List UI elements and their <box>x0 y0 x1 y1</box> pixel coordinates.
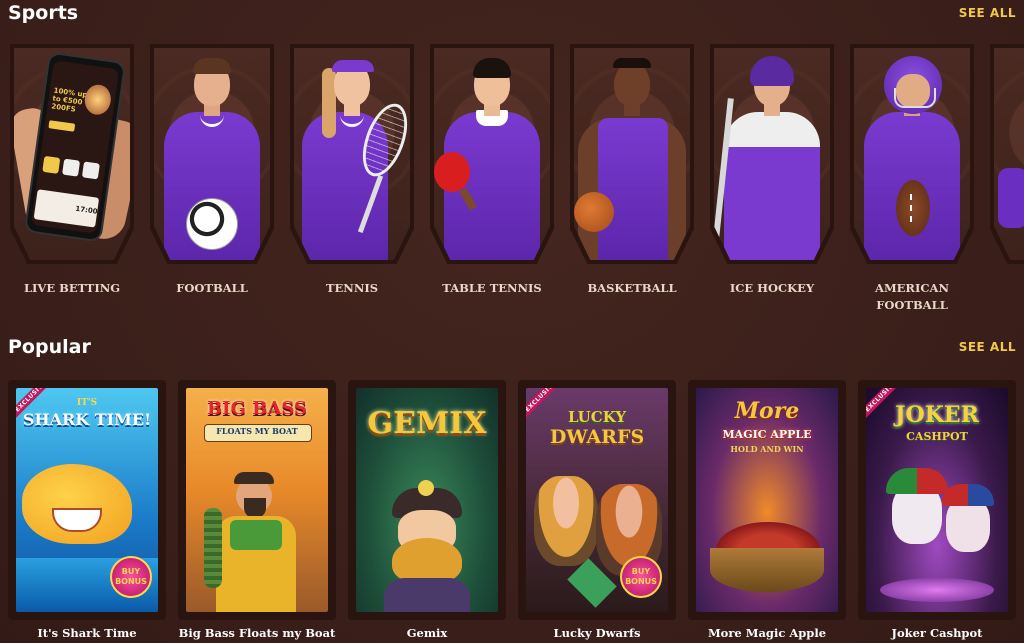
sport-card-ice-hockey[interactable]: ICE HOCKEY <box>710 44 834 314</box>
sport-label: LIVE BETTING <box>23 281 121 295</box>
sports-see-all-link[interactable]: SEE ALL <box>959 6 1016 20</box>
sport-card-table-tennis[interactable]: TABLE TENNIS <box>430 44 554 314</box>
game-card-shark-time[interactable]: EXCLUSIVE IT'S SHARK TIME! BUY BONUS It'… <box>8 380 168 640</box>
popular-games-carousel: EXCLUSIVE IT'S SHARK TIME! BUY BONUS It'… <box>8 380 1024 643</box>
game-title: Lucky Dwarfs <box>553 626 641 640</box>
shark-illustration <box>22 464 132 544</box>
casino-lobby: Sports SEE ALL 100% up to €500 + 200FS 1… <box>0 0 1024 643</box>
buy-bonus-badge: BUY BONUS <box>620 556 662 598</box>
game-card-gemix[interactable]: GEMIX Gemix <box>348 380 508 640</box>
game-card-joker-cashpot[interactable]: EXCLUSIVE JOKER CASHPOT Joker Cashpot <box>858 380 1018 640</box>
buy-bonus-badge: BUY BONUS <box>110 556 152 598</box>
sport-label: FOOTBALL <box>176 281 248 295</box>
popular-see-all-link[interactable]: SEE ALL <box>959 340 1016 354</box>
sport-label: BASKETBALL <box>587 281 677 295</box>
basketball-player-icon <box>574 48 690 260</box>
table-tennis-player-icon <box>434 48 550 260</box>
football-player-icon <box>154 48 270 260</box>
sport-card-tennis[interactable]: TENNIS <box>290 44 414 314</box>
game-logo: LUCKY <box>567 408 627 426</box>
game-card-lucky-dwarfs[interactable]: EXCLUSIVE LUCKY DWARFS BUY BONUS Lucky D… <box>518 380 678 640</box>
dwarf-illustration <box>534 476 598 566</box>
sport-label: ICE HOCKEY <box>729 281 815 295</box>
game-logo: BIG BASS <box>206 398 308 419</box>
sport-label: TENNIS <box>325 281 379 295</box>
game-title: Joker Cashpot <box>891 626 983 640</box>
game-title: Big Bass Floats my Boat <box>178 626 336 640</box>
sport-card-partial[interactable] <box>990 44 1024 314</box>
sports-section-title: Sports <box>8 2 79 24</box>
sport-label: TABLE TENNIS <box>442 281 542 295</box>
game-card-big-bass[interactable]: BIG BASS FLOATS MY BOAT Big Bass Floats … <box>178 380 338 640</box>
american-football-player-icon <box>854 48 970 260</box>
sport-card-basketball[interactable]: BASKETBALL <box>570 44 694 314</box>
tennis-player-icon <box>294 48 410 260</box>
game-title: More Magic Apple <box>707 626 827 640</box>
phone-in-hand-icon: 100% up to €500 + 200FS 17:00 <box>14 48 130 260</box>
sport-card-american-football[interactable]: AMERICAN FOOTBALL <box>850 44 974 314</box>
sport-card-football[interactable]: FOOTBALL <box>150 44 274 314</box>
sport-label: AMERICAN FOOTBALL <box>875 281 949 312</box>
game-card-more-magic-apple[interactable]: More MAGIC APPLE HOLD AND WIN More Magic… <box>688 380 848 640</box>
game-logo: More <box>734 398 800 424</box>
game-title: It's Shark Time <box>37 626 137 640</box>
sport-card-live-betting[interactable]: 100% up to €500 + 200FS 17:00 LIVE BETTI… <box>10 44 134 314</box>
popular-header: Popular SEE ALL <box>8 336 1016 358</box>
game-title: Gemix <box>406 626 448 640</box>
popular-section-title: Popular <box>8 336 91 358</box>
ice-hockey-player-icon <box>714 48 830 260</box>
sports-header: Sports SEE ALL <box>8 2 1016 24</box>
game-logo: GEMIX <box>367 406 487 441</box>
game-logo: JOKER <box>895 402 979 428</box>
sports-carousel: 100% up to €500 + 200FS 17:00 LIVE BETTI… <box>10 44 1024 319</box>
game-logo: SHARK TIME! <box>22 410 152 429</box>
